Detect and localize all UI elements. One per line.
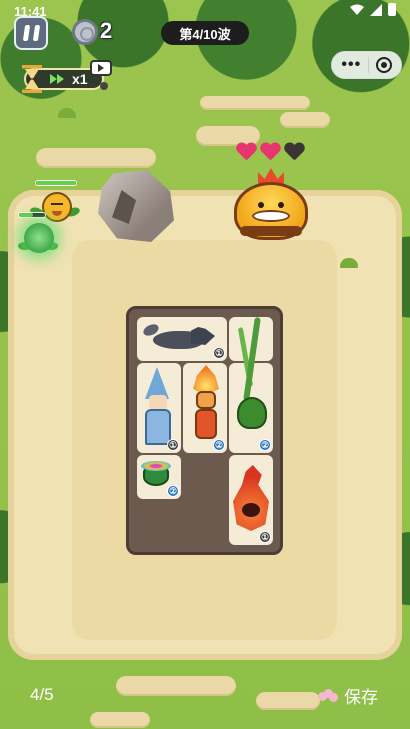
hourglass-icon <box>22 65 42 93</box>
dirt-path <box>280 112 330 128</box>
unit-card-plant[interactable]: ② <box>229 316 273 453</box>
save-label: 保存 <box>344 688 378 707</box>
ice-mage-icon <box>139 367 177 449</box>
miniapp-capsule: ••• <box>331 51 402 79</box>
battery-icon <box>388 3 396 16</box>
unit-level: ② <box>167 485 179 497</box>
unit-board: ① ① ② ② ② ① <box>126 306 283 555</box>
dirt-path <box>116 676 236 696</box>
flower-icon <box>318 688 338 703</box>
coin-count: 2 <box>100 18 113 43</box>
dirt-path <box>36 148 156 168</box>
heart-empty-icon <box>284 143 304 161</box>
unit-card-mage[interactable]: ① <box>137 363 181 453</box>
save-button[interactable]: 保存 <box>318 683 378 708</box>
grass-tuft <box>340 258 358 268</box>
vine-plant-icon <box>231 316 271 441</box>
unit-card-fire-spirit[interactable]: ① <box>229 455 273 545</box>
dirt-path <box>90 712 150 728</box>
unit-card-flame[interactable]: ② <box>183 363 227 453</box>
dirt-path <box>200 96 310 110</box>
flame-warrior-icon <box>187 365 223 445</box>
enemy-hp-bar <box>35 180 77 186</box>
boss-hearts <box>236 143 304 161</box>
dirt-path <box>256 692 320 710</box>
wave-counter: 第4/10波 <box>161 21 249 45</box>
more-options-icon[interactable]: ••• <box>341 57 361 73</box>
unit-level: ② <box>213 439 225 451</box>
unit-card-wolf[interactable]: ① <box>137 317 227 361</box>
heart-full-icon <box>260 143 280 161</box>
pause-icon <box>22 25 30 41</box>
coin-icon <box>72 19 98 45</box>
enemy-slime <box>24 223 54 253</box>
heart-full-icon <box>236 143 256 161</box>
speed-label: x1 <box>72 71 88 87</box>
page-indicator: 4/5 <box>30 685 54 704</box>
status-icons <box>350 3 396 16</box>
signal-icon <box>370 3 382 16</box>
close-miniapp-icon[interactable] <box>375 57 392 73</box>
video-ad-badge <box>100 82 108 90</box>
unit-level: ① <box>259 531 271 543</box>
fast-forward-icon <box>50 74 64 84</box>
unit-card-cauldron[interactable]: ② <box>137 455 181 499</box>
unit-level: ① <box>213 347 225 359</box>
boss-king <box>234 168 308 240</box>
status-bar: 11:41 <box>0 0 410 22</box>
unit-level: ② <box>259 439 271 451</box>
pause-button[interactable] <box>14 16 48 50</box>
unit-level: ① <box>167 439 179 451</box>
enemy-hp-bar <box>18 212 46 218</box>
cauldron-icon <box>141 461 171 487</box>
fire-spirit-icon <box>233 465 269 535</box>
grass-tuft <box>58 108 76 118</box>
wolf-icon <box>141 322 223 355</box>
enemy-sunflower <box>42 192 72 222</box>
wifi-icon <box>350 4 364 15</box>
video-ad-icon[interactable] <box>90 60 112 76</box>
